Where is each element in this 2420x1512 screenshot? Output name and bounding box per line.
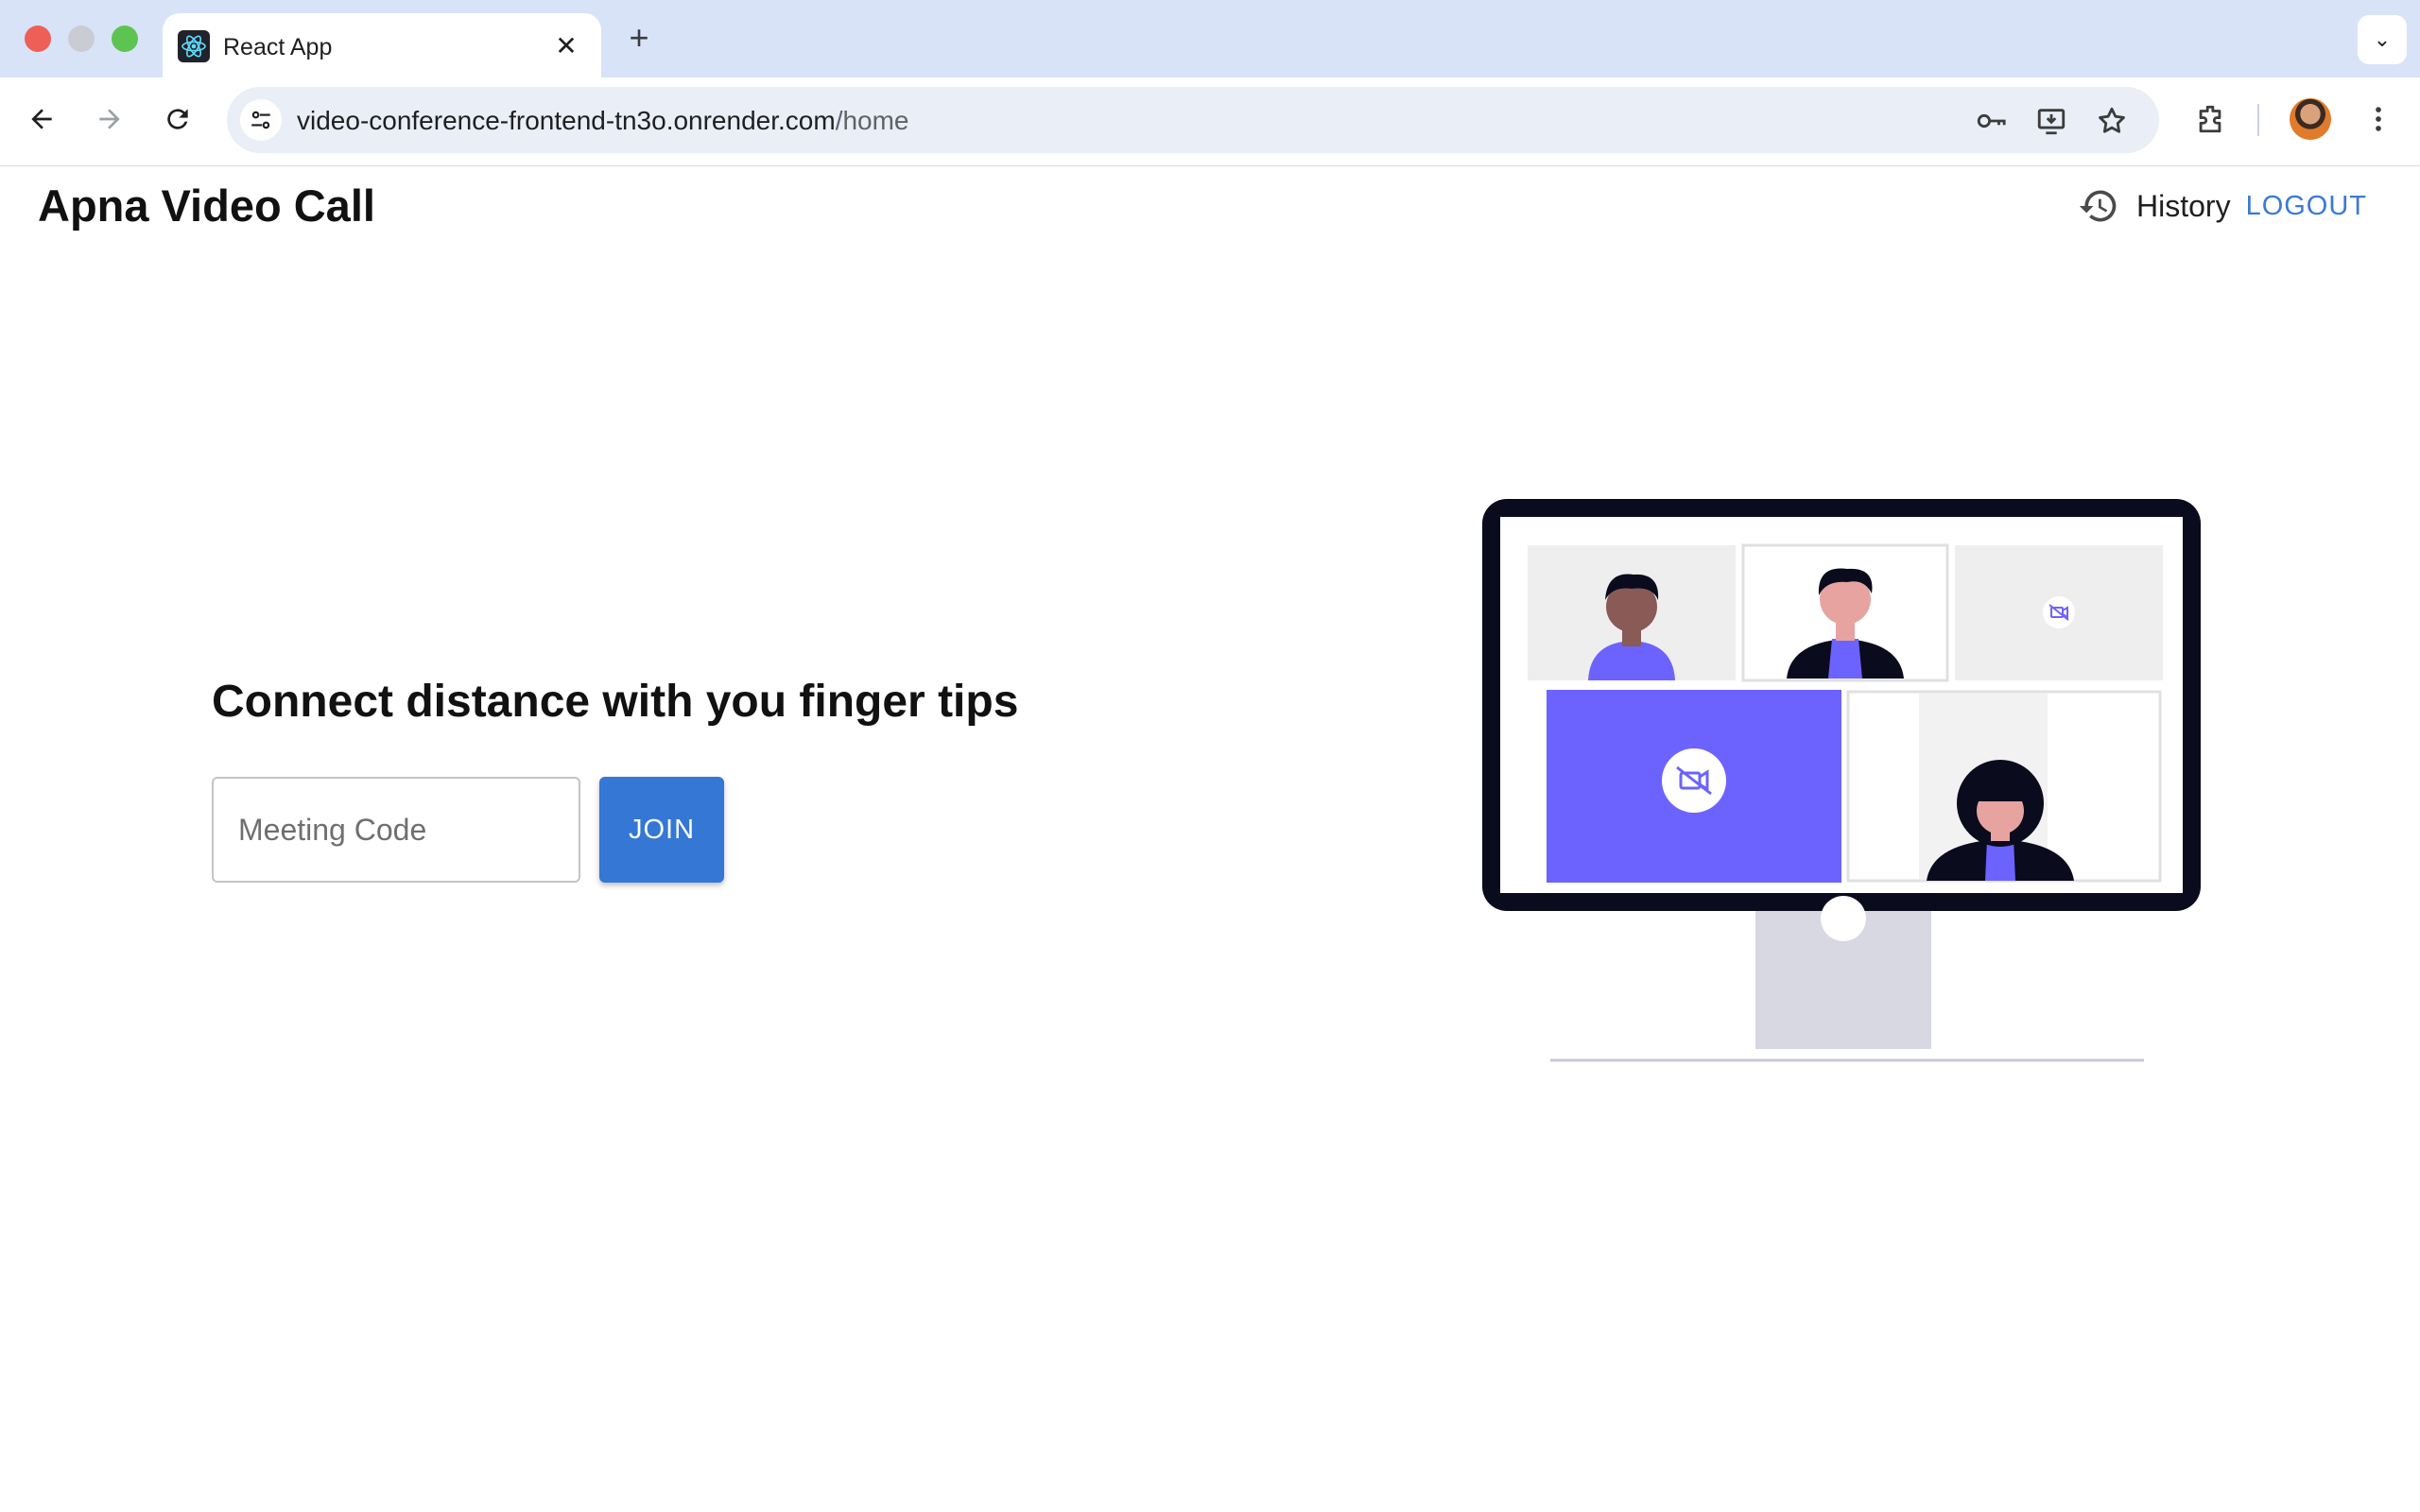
tab-title: React App xyxy=(223,34,333,60)
browser-toolbar: video-conference-frontend-tn3o.onrender.… xyxy=(0,77,2420,166)
kebab-menu-icon xyxy=(2376,107,2381,131)
url-path: /home xyxy=(835,106,909,135)
browser-tab-active[interactable]: React App ✕ xyxy=(163,13,601,77)
app-title: Apna Video Call xyxy=(38,180,375,231)
browser-menu-button[interactable] xyxy=(2360,98,2397,140)
video-tile-participant-1 xyxy=(1528,545,1736,680)
window-close-button[interactable] xyxy=(25,26,51,52)
address-bar[interactable]: video-conference-frontend-tn3o.onrender.… xyxy=(227,87,2159,153)
install-app-icon xyxy=(2037,109,2066,135)
video-tile-camera-off-small xyxy=(1955,545,2163,680)
window-maximize-button[interactable] xyxy=(112,26,138,52)
tune-icon xyxy=(251,111,270,129)
history-link[interactable]: History xyxy=(2136,189,2231,224)
reload-icon xyxy=(167,109,188,129)
join-button[interactable]: JOIN xyxy=(599,777,724,883)
new-tab-button[interactable]: + xyxy=(620,19,658,57)
bookmark-button[interactable] xyxy=(2095,104,2129,138)
arrow-right-icon xyxy=(99,109,120,129)
video-call-illustration xyxy=(1482,499,2201,1062)
tab-search-button[interactable]: ⌄ xyxy=(2358,15,2407,64)
video-tile-camera-off-large xyxy=(1547,690,1841,883)
password-key-button[interactable] xyxy=(1974,104,2008,138)
video-tile-participant-2 xyxy=(1741,543,1949,682)
install-app-button[interactable] xyxy=(2034,104,2068,138)
react-atom-icon xyxy=(178,30,210,62)
tab-close-icon[interactable]: ✕ xyxy=(550,30,582,62)
toolbar-divider xyxy=(2257,104,2259,136)
star-icon xyxy=(2099,107,2125,133)
back-button[interactable] xyxy=(19,96,64,142)
extensions-button[interactable] xyxy=(2189,98,2231,140)
logout-button[interactable]: LOGOUT xyxy=(2246,191,2367,222)
hero-heading: Connect distance with you finger tips xyxy=(212,677,1019,727)
monitor-button xyxy=(1821,896,1866,941)
arrow-left-icon xyxy=(31,109,52,129)
forward-button[interactable] xyxy=(87,96,132,142)
browser-tab-bar: React App ✕ + ⌄ xyxy=(0,0,2420,77)
reload-button[interactable] xyxy=(155,96,200,142)
key-icon xyxy=(1977,113,2006,129)
video-tile-participant-3 xyxy=(1846,690,2162,883)
app-nav: History LOGOUT xyxy=(2076,180,2367,232)
meeting-code-input[interactable] xyxy=(212,777,580,883)
puzzle-icon xyxy=(2199,105,2221,133)
site-info-button[interactable] xyxy=(240,99,282,141)
window-minimize-button[interactable] xyxy=(68,26,95,52)
history-icon[interactable] xyxy=(2076,183,2121,229)
profile-avatar[interactable] xyxy=(2290,98,2331,140)
url-text[interactable]: video-conference-frontend-tn3o.onrender.… xyxy=(297,106,909,136)
url-host: video-conference-frontend-tn3o.onrender.… xyxy=(297,106,836,135)
